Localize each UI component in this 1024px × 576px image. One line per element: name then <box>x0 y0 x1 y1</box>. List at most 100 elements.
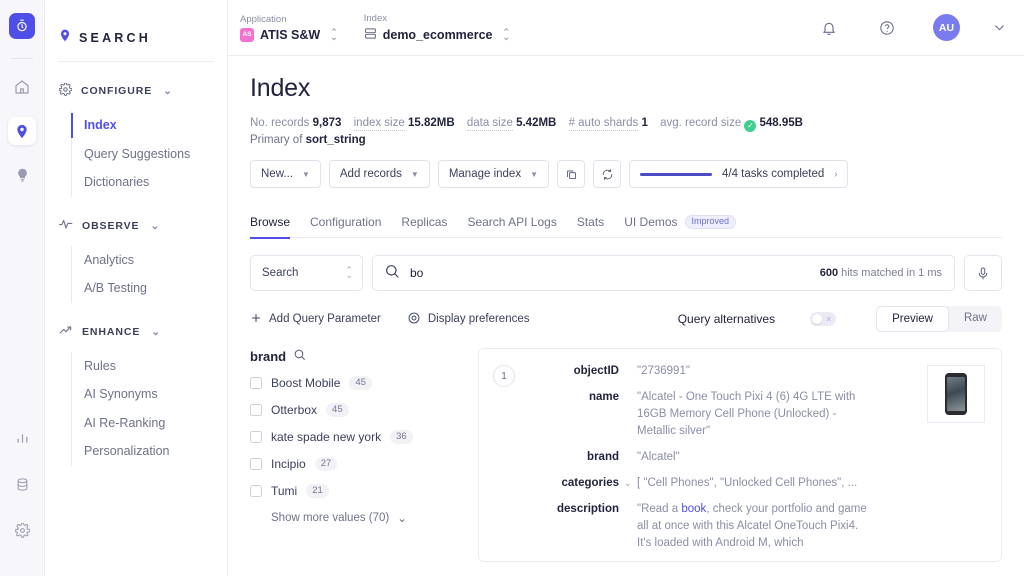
facet-count: 45 <box>326 403 349 417</box>
facets-panel: brand Boost Mobile 45 Otte <box>250 348 478 562</box>
search-pin-icon <box>58 28 72 48</box>
sidebar-item-ai-synonyms[interactable]: AI Synonyms <box>72 380 227 409</box>
phone-image <box>945 373 967 415</box>
gear-icon[interactable] <box>8 516 36 544</box>
chevron-down-icon[interactable] <box>993 21 1006 34</box>
stepper-icon: ⌃⌄ <box>330 30 338 40</box>
attribute-value-categories[interactable]: ⌄[ "Cell Phones", "Unlocked Cell Phones"… <box>637 475 857 492</box>
search-input[interactable]: bo <box>410 266 810 280</box>
page-content: Index No. records 9,873 index size 15.82… <box>228 56 1024 562</box>
add-query-parameter-label: Add Query Parameter <box>269 313 381 325</box>
facet-item[interactable]: Otterbox 45 <box>250 403 460 417</box>
tab-configuration[interactable]: Configuration <box>310 206 381 238</box>
sidebar-section-label: ENHANCE <box>82 326 140 338</box>
raw-button[interactable]: Raw <box>949 306 1002 332</box>
checkbox[interactable] <box>250 377 262 389</box>
progress-bar <box>640 173 712 176</box>
checkbox[interactable] <box>250 485 262 497</box>
sidebar-section-header-configure[interactable]: CONFIGURE ⌄ <box>45 78 227 104</box>
attribute-value: "2736991" <box>637 363 690 380</box>
tab-ui-demos[interactable]: UI Demos Improved <box>624 206 736 238</box>
chevron-down-icon: ▼ <box>302 170 310 179</box>
tab-search-api-logs[interactable]: Search API Logs <box>467 206 556 238</box>
search-mode-label: Search <box>262 267 298 279</box>
sidebar-section-header-enhance[interactable]: ENHANCE ⌄ <box>45 319 227 345</box>
chevron-down-icon: ⌄ <box>151 326 161 338</box>
main-area: Application AS ATIS S&W ⌃⌄ Index demo_ec… <box>228 0 1024 576</box>
stepper-icon: ⌃⌄ <box>345 268 353 278</box>
sidebar-item-rules[interactable]: Rules <box>72 352 227 381</box>
display-preferences-button[interactable]: Display preferences <box>407 311 530 328</box>
attribute-row: categories ⌄[ "Cell Phones", "Unlocked C… <box>527 475 915 492</box>
application-selector[interactable]: Application AS ATIS S&W ⌃⌄ <box>240 14 338 42</box>
sidebar-item-ai-re-ranking[interactable]: AI Re-Ranking <box>72 409 227 438</box>
application-label: Application <box>240 14 338 25</box>
search-mode-select[interactable]: Search ⌃⌄ <box>250 255 363 291</box>
index-label: Index <box>364 13 510 24</box>
chevron-right-icon: › <box>834 169 837 180</box>
tab-stats[interactable]: Stats <box>577 206 604 238</box>
magnifier-icon[interactable] <box>293 348 306 364</box>
top-bar: Application AS ATIS S&W ⌃⌄ Index demo_ec… <box>228 0 1024 56</box>
manage-index-button[interactable]: Manage index ▼ <box>438 160 549 188</box>
bar-chart-icon[interactable] <box>8 424 36 452</box>
sidebar-brand[interactable]: SEARCH <box>45 0 227 56</box>
sidebar-section-header-observe[interactable]: OBSERVE ⌄ <box>45 213 227 239</box>
new-button[interactable]: New... ▼ <box>250 160 321 188</box>
application-value: ATIS S&W <box>260 28 320 42</box>
add-records-button[interactable]: Add records ▼ <box>329 160 430 188</box>
sidebar-item-index[interactable]: Index <box>72 111 227 140</box>
tab-replicas[interactable]: Replicas <box>401 206 447 238</box>
bell-icon[interactable] <box>821 20 837 36</box>
stopwatch-icon[interactable] <box>9 13 35 39</box>
chevron-down-icon[interactable]: ⌄ <box>624 475 632 492</box>
primary-of-value: sort_string <box>306 134 366 146</box>
checkbox[interactable] <box>250 404 262 416</box>
question-circle-icon[interactable] <box>879 20 895 36</box>
sidebar-item-query-suggestions[interactable]: Query Suggestions <box>72 140 227 169</box>
show-more-values-button[interactable]: Show more values (70) ⌄ <box>250 511 460 525</box>
gear-icon <box>59 83 72 99</box>
refresh-icon[interactable] <box>593 160 621 188</box>
facet-item[interactable]: Incipio 27 <box>250 457 460 471</box>
search-pin-icon[interactable] <box>8 117 36 145</box>
preview-button[interactable]: Preview <box>876 306 949 332</box>
lightbulb-icon[interactable] <box>8 161 36 189</box>
sidebar-item-analytics[interactable]: Analytics <box>72 246 227 275</box>
checkbox[interactable] <box>250 458 262 470</box>
avatar[interactable]: AU <box>933 14 960 41</box>
rail-divider <box>11 58 33 59</box>
index-selector[interactable]: Index demo_ecommerce ⌃⌄ <box>364 13 510 43</box>
sidebar-section-enhance: ENHANCE ⌄ Rules AI Synonyms AI Re-Rankin… <box>45 319 227 466</box>
database-icon[interactable] <box>8 470 36 498</box>
facet-item[interactable]: Tumi 21 <box>250 484 460 498</box>
microphone-icon[interactable] <box>964 255 1002 291</box>
facet-label: Incipio <box>271 457 306 471</box>
tasks-progress[interactable]: 4/4 tasks completed › <box>629 160 848 188</box>
options-row: Add Query Parameter Display preferences … <box>250 306 1002 332</box>
status-badge: Improved <box>685 215 737 229</box>
add-query-parameter-button[interactable]: Add Query Parameter <box>250 312 381 327</box>
copy-icon[interactable] <box>557 160 585 188</box>
sidebar-item-ab-testing[interactable]: A/B Testing <box>72 274 227 303</box>
facet-item[interactable]: Boost Mobile 45 <box>250 376 460 390</box>
search-input-wrapper[interactable]: bo 600 hits matched in 1 ms <box>372 255 955 291</box>
new-button-label: New... <box>261 168 293 180</box>
facet-count: 21 <box>306 484 329 498</box>
sidebar-item-personalization[interactable]: Personalization <box>72 437 227 466</box>
query-alternatives-toggle[interactable]: ✕ <box>810 312 836 326</box>
show-more-values-label: Show more values (70) <box>271 512 389 524</box>
facet-count: 27 <box>315 457 338 471</box>
sidebar-item-dictionaries[interactable]: Dictionaries <box>72 168 227 197</box>
stat-value-auto-shards: 1 <box>641 117 647 129</box>
facet-item[interactable]: kate spade new york 36 <box>250 430 460 444</box>
pulse-icon <box>59 218 73 233</box>
home-icon[interactable] <box>8 73 36 101</box>
stat-key-records: No. records <box>250 117 309 129</box>
facet-count: 45 <box>349 376 372 390</box>
close-icon: ✕ <box>825 315 832 324</box>
tab-browse[interactable]: Browse <box>250 206 290 238</box>
stat-value-data-size: 5.42MB <box>516 117 556 129</box>
view-mode-segmented-control: Preview Raw <box>876 306 1002 332</box>
checkbox[interactable] <box>250 431 262 443</box>
